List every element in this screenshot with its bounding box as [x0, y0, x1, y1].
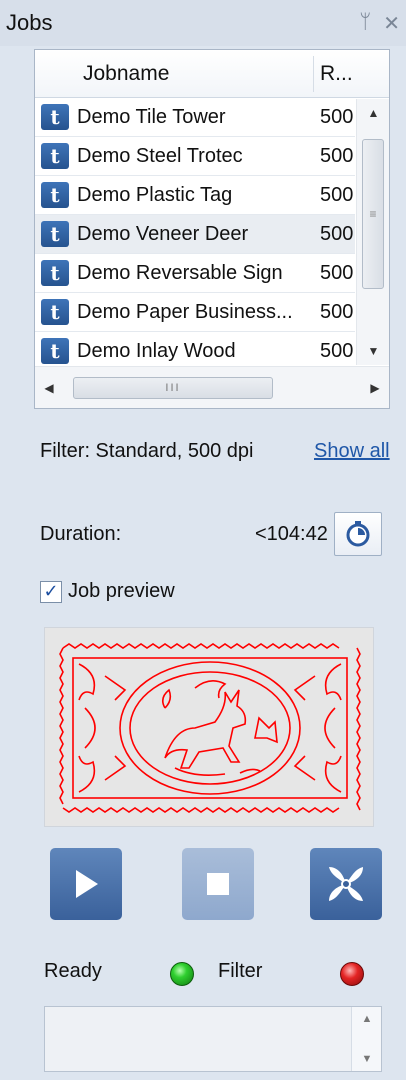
- column-header-resolution[interactable]: R...: [320, 62, 353, 86]
- scroll-up-arrow-icon[interactable]: ▲: [352, 1013, 382, 1025]
- titlebar-actions: ᛘ ✕: [359, 11, 400, 36]
- ready-status-label: Ready: [44, 960, 102, 982]
- trotec-job-icon: t: [41, 338, 69, 364]
- job-name: Demo Plastic Tag: [77, 183, 233, 206]
- jobs-list[interactable]: Jobname R... t Demo Tile Tower 500 t Dem…: [34, 49, 390, 409]
- table-row[interactable]: t Demo Reversable Sign 500: [35, 254, 355, 293]
- trotec-job-icon: t: [41, 299, 69, 325]
- filter-label: Filter: Standard, 500 dpi: [40, 440, 254, 462]
- close-icon[interactable]: ✕: [383, 11, 400, 36]
- scroll-right-arrow-icon[interactable]: ▶: [361, 367, 389, 409]
- scroll-up-arrow-icon[interactable]: ▲: [357, 99, 390, 127]
- duration-label: Duration:: [40, 523, 122, 545]
- job-resolution: 500: [320, 144, 354, 167]
- horizontal-scroll-thumb[interactable]: III: [73, 377, 273, 399]
- job-name: Demo Inlay Wood: [77, 339, 236, 362]
- trotec-job-icon: t: [41, 221, 69, 247]
- table-row[interactable]: t Demo Tile Tower 500: [35, 98, 355, 137]
- vertical-scroll-thumb[interactable]: ≡: [362, 139, 384, 289]
- table-row[interactable]: t Demo Plastic Tag 500: [35, 176, 355, 215]
- scroll-down-arrow-icon[interactable]: ▼: [357, 337, 390, 365]
- exhaust-fan-button[interactable]: [310, 848, 382, 920]
- stop-job-button[interactable]: [182, 848, 254, 920]
- start-job-button[interactable]: [50, 848, 122, 920]
- job-name: Demo Tile Tower: [77, 105, 226, 128]
- job-preview-canvas: [44, 627, 374, 827]
- trotec-job-icon: t: [41, 143, 69, 169]
- filter-status-led: [340, 962, 364, 986]
- status-message-box[interactable]: ▲ ▼: [44, 1006, 382, 1072]
- stop-icon: [207, 873, 229, 895]
- job-preview-drawing: [59, 643, 361, 813]
- exhaust-fan-icon: [329, 867, 363, 901]
- jobs-horizontal-scrollbar[interactable]: ◀ III ▶: [35, 366, 389, 408]
- duration-value: <104:42: [255, 523, 328, 545]
- column-separator[interactable]: [313, 56, 314, 92]
- filter-status-label: Filter: [218, 960, 263, 982]
- play-icon: [76, 870, 98, 898]
- stopwatch-icon: [346, 521, 370, 547]
- panel-titlebar: Jobs ᛘ ✕: [0, 0, 406, 46]
- jobs-rows: t Demo Tile Tower 500 t Demo Steel Trote…: [35, 98, 355, 365]
- job-resolution: 500: [320, 222, 354, 245]
- table-row[interactable]: t Demo Inlay Wood 500: [35, 332, 355, 365]
- job-resolution: 500: [320, 300, 354, 323]
- job-name: Demo Veneer Deer: [77, 222, 249, 245]
- table-row-selected[interactable]: t Demo Veneer Deer 500: [35, 215, 355, 254]
- job-resolution: 500: [320, 183, 354, 206]
- jobs-table-header: Jobname R...: [35, 50, 389, 98]
- table-row[interactable]: t Demo Steel Trotec 500: [35, 137, 355, 176]
- column-header-jobname[interactable]: Jobname: [83, 62, 169, 86]
- job-resolution: 500: [320, 261, 354, 284]
- ready-status-led: [170, 962, 194, 986]
- calculate-duration-button[interactable]: [334, 512, 382, 556]
- checkbox-checked-icon[interactable]: ✓: [40, 580, 62, 603]
- trotec-job-icon: t: [41, 260, 69, 286]
- trotec-job-icon: t: [41, 104, 69, 130]
- job-resolution: 500: [320, 105, 354, 128]
- table-row[interactable]: t Demo Paper Business... 500: [35, 293, 355, 332]
- panel-title: Jobs: [6, 10, 53, 35]
- trotec-job-icon: t: [41, 182, 69, 208]
- job-preview-checkbox[interactable]: ✓ Job preview: [40, 580, 175, 603]
- job-resolution: 500: [320, 339, 354, 362]
- show-all-link[interactable]: Show all: [314, 440, 390, 463]
- scroll-left-arrow-icon[interactable]: ◀: [35, 367, 63, 409]
- job-name: Demo Paper Business...: [77, 300, 293, 323]
- job-preview-label: Job preview: [68, 580, 175, 602]
- scroll-down-arrow-icon[interactable]: ▼: [352, 1053, 382, 1065]
- job-name: Demo Reversable Sign: [77, 261, 283, 284]
- job-name: Demo Steel Trotec: [77, 144, 243, 167]
- message-box-scrollbar[interactable]: ▲ ▼: [351, 1007, 381, 1071]
- pin-icon[interactable]: ᛘ: [359, 11, 371, 36]
- jobs-vertical-scrollbar[interactable]: ▲ ≡ ▼: [356, 99, 389, 365]
